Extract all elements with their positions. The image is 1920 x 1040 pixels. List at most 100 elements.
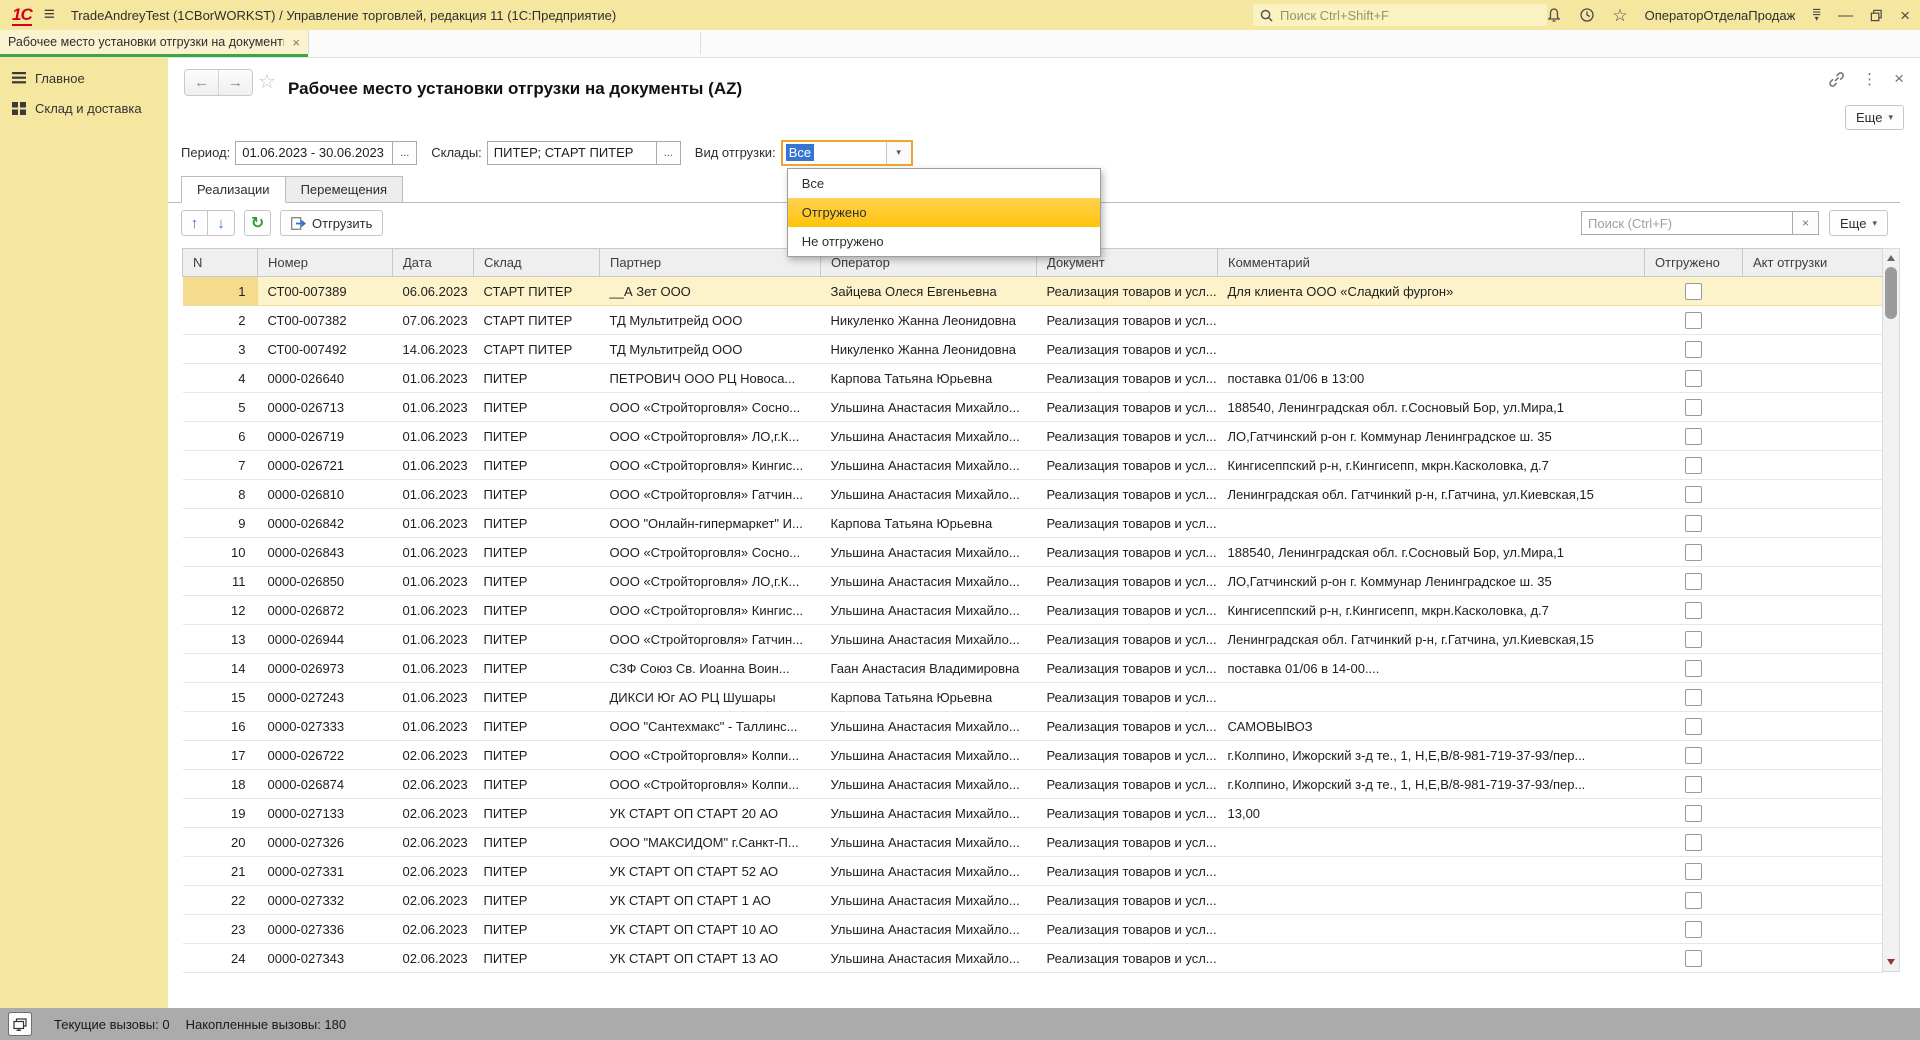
- dropdown-item[interactable]: Все: [788, 169, 1100, 198]
- tab-workplace[interactable]: Рабочее место установки отгрузки на доку…: [0, 30, 309, 54]
- performance-indicator-icon[interactable]: [8, 1012, 32, 1036]
- minimize-window-icon[interactable]: —: [1838, 8, 1853, 23]
- vertical-scrollbar[interactable]: [1882, 248, 1900, 972]
- history-icon[interactable]: [1579, 7, 1595, 23]
- table-row[interactable]: 200000-02732602.06.2023ПИТЕРООО "МАКСИДО…: [183, 828, 1883, 857]
- table-row[interactable]: 150000-02724301.06.2023ПИТЕРДИКСИ Юг АО …: [183, 683, 1883, 712]
- current-user[interactable]: ОператорОтделаПродаж: [1645, 8, 1796, 23]
- cell-shipped: [1645, 451, 1743, 480]
- ship-button[interactable]: Отгрузить: [280, 210, 383, 236]
- shipped-checkbox[interactable]: [1685, 834, 1702, 851]
- table-row[interactable]: 1СТ00-00738906.06.2023СТАРТ ПИТЕР__А Зет…: [183, 277, 1883, 306]
- global-search-input[interactable]: Поиск Ctrl+Shift+F: [1253, 4, 1547, 26]
- shipped-checkbox[interactable]: [1685, 457, 1702, 474]
- table-row[interactable]: 220000-02733202.06.2023ПИТЕРУК СТАРТ ОП …: [183, 886, 1883, 915]
- table-row[interactable]: 240000-02734302.06.2023ПИТЕРУК СТАРТ ОП …: [183, 944, 1883, 973]
- shipped-checkbox[interactable]: [1685, 776, 1702, 793]
- shipment-type-combobox[interactable]: Все ▾ ВсеОтгруженоНе отгружено: [781, 140, 913, 166]
- column-header-warehouse[interactable]: Склад: [474, 249, 600, 277]
- favorites-star-icon[interactable]: ☆: [1612, 7, 1627, 24]
- shipped-checkbox[interactable]: [1685, 631, 1702, 648]
- table-row[interactable]: 190000-02713302.06.2023ПИТЕРУК СТАРТ ОП …: [183, 799, 1883, 828]
- table-search-input[interactable]: [1581, 211, 1793, 235]
- favorite-star-icon[interactable]: ☆: [258, 69, 276, 94]
- shipped-checkbox[interactable]: [1685, 602, 1702, 619]
- warehouses-picker-button[interactable]: ...: [657, 141, 681, 165]
- sidebar-item-main[interactable]: Главное: [0, 63, 168, 93]
- table-more-button[interactable]: Еще▾: [1829, 210, 1888, 236]
- tab-transfers[interactable]: Перемещения: [286, 176, 403, 203]
- tab-realizations[interactable]: Реализации: [181, 176, 286, 203]
- shipped-checkbox[interactable]: [1685, 428, 1702, 445]
- scroll-up-icon[interactable]: [1883, 250, 1899, 266]
- search-clear-button[interactable]: ×: [1793, 211, 1819, 235]
- table-row[interactable]: 3СТ00-00749214.06.2023СТАРТ ПИТЕРТД Муль…: [183, 335, 1883, 364]
- column-header-date[interactable]: Дата: [393, 249, 474, 277]
- column-header-n[interactable]: N: [183, 249, 258, 277]
- table-row[interactable]: 80000-02681001.06.2023ПИТЕРООО «Стройтор…: [183, 480, 1883, 509]
- table-row[interactable]: 160000-02733301.06.2023ПИТЕРООО "Сантехм…: [183, 712, 1883, 741]
- warehouses-input[interactable]: [487, 141, 657, 165]
- table-row[interactable]: 60000-02671901.06.2023ПИТЕРООО «Стройтор…: [183, 422, 1883, 451]
- column-header-act[interactable]: Акт отгрузки: [1743, 249, 1883, 277]
- move-up-button[interactable]: ↑: [181, 210, 208, 236]
- link-icon[interactable]: [1828, 71, 1845, 88]
- column-header-comment[interactable]: Комментарий: [1218, 249, 1645, 277]
- shipped-checkbox[interactable]: [1685, 341, 1702, 358]
- close-window-icon[interactable]: ×: [1900, 7, 1910, 24]
- shipped-checkbox[interactable]: [1685, 747, 1702, 764]
- refresh-button[interactable]: ↻: [244, 210, 271, 236]
- shipped-checkbox[interactable]: [1685, 399, 1702, 416]
- shipped-checkbox[interactable]: [1685, 544, 1702, 561]
- table-row[interactable]: 110000-02685001.06.2023ПИТЕРООО «Стройто…: [183, 567, 1883, 596]
- scrollbar-thumb[interactable]: [1885, 267, 1897, 319]
- table-row[interactable]: 230000-02733602.06.2023ПИТЕРУК СТАРТ ОП …: [183, 915, 1883, 944]
- main-menu-icon[interactable]: ≡: [44, 4, 55, 26]
- shipped-checkbox[interactable]: [1685, 515, 1702, 532]
- table-row[interactable]: 90000-02684201.06.2023ПИТЕРООО "Онлайн-г…: [183, 509, 1883, 538]
- column-header-number[interactable]: Номер: [258, 249, 393, 277]
- table-row[interactable]: 70000-02672101.06.2023ПИТЕРООО «Стройтор…: [183, 451, 1883, 480]
- dropdown-item[interactable]: Отгружено: [788, 198, 1100, 227]
- table-row[interactable]: 50000-02671301.06.2023ПИТЕРООО «Стройтор…: [183, 393, 1883, 422]
- forward-button[interactable]: →: [219, 70, 252, 95]
- scroll-down-icon[interactable]: [1883, 954, 1899, 970]
- tab-close-icon[interactable]: ×: [292, 35, 300, 50]
- table-row[interactable]: 130000-02694401.06.2023ПИТЕРООО «Стройто…: [183, 625, 1883, 654]
- shipped-checkbox[interactable]: [1685, 718, 1702, 735]
- table-row[interactable]: 210000-02733102.06.2023ПИТЕРУК СТАРТ ОП …: [183, 857, 1883, 886]
- more-menu-icon[interactable]: ⋮: [1862, 70, 1877, 88]
- table-row[interactable]: 2СТ00-00738207.06.2023СТАРТ ПИТЕРТД Муль…: [183, 306, 1883, 335]
- column-header-shipped[interactable]: Отгружено: [1645, 249, 1743, 277]
- sidebar-item-warehouse[interactable]: Склад и доставка: [0, 93, 168, 123]
- shipped-checkbox[interactable]: [1685, 689, 1702, 706]
- shipped-checkbox[interactable]: [1685, 950, 1702, 967]
- table-row[interactable]: 140000-02697301.06.2023ПИТЕРСЗФ Союз Св.…: [183, 654, 1883, 683]
- notifications-bell-icon[interactable]: [1546, 7, 1562, 23]
- back-button[interactable]: ←: [185, 70, 219, 95]
- shipped-checkbox[interactable]: [1685, 892, 1702, 909]
- table-row[interactable]: 170000-02672202.06.2023ПИТЕРООО «Стройто…: [183, 741, 1883, 770]
- table-row[interactable]: 100000-02684301.06.2023ПИТЕРООО «Стройто…: [183, 538, 1883, 567]
- combobox-dropdown-button[interactable]: ▾: [886, 142, 911, 164]
- shipped-checkbox[interactable]: [1685, 863, 1702, 880]
- shipped-checkbox[interactable]: [1685, 660, 1702, 677]
- table-row[interactable]: 120000-02687201.06.2023ПИТЕРООО «Стройто…: [183, 596, 1883, 625]
- shipped-checkbox[interactable]: [1685, 573, 1702, 590]
- shipped-checkbox[interactable]: [1685, 283, 1702, 300]
- dropdown-item[interactable]: Не отгружено: [788, 227, 1100, 256]
- period-input[interactable]: [235, 141, 393, 165]
- shipped-checkbox[interactable]: [1685, 486, 1702, 503]
- table-row[interactable]: 40000-02664001.06.2023ПИТЕРПЕТРОВИЧ ООО …: [183, 364, 1883, 393]
- shipped-checkbox[interactable]: [1685, 921, 1702, 938]
- restore-window-icon[interactable]: [1870, 9, 1883, 22]
- move-down-button[interactable]: ↓: [208, 210, 235, 236]
- period-picker-button[interactable]: ...: [393, 141, 417, 165]
- table-row[interactable]: 180000-02687402.06.2023ПИТЕРООО «Стройто…: [183, 770, 1883, 799]
- close-form-icon[interactable]: ×: [1894, 69, 1904, 89]
- shipped-checkbox[interactable]: [1685, 370, 1702, 387]
- form-more-button[interactable]: Еще▾: [1845, 105, 1904, 130]
- shipped-checkbox[interactable]: [1685, 805, 1702, 822]
- shipped-checkbox[interactable]: [1685, 312, 1702, 329]
- service-menu-icon[interactable]: ≡▾: [1812, 10, 1821, 21]
